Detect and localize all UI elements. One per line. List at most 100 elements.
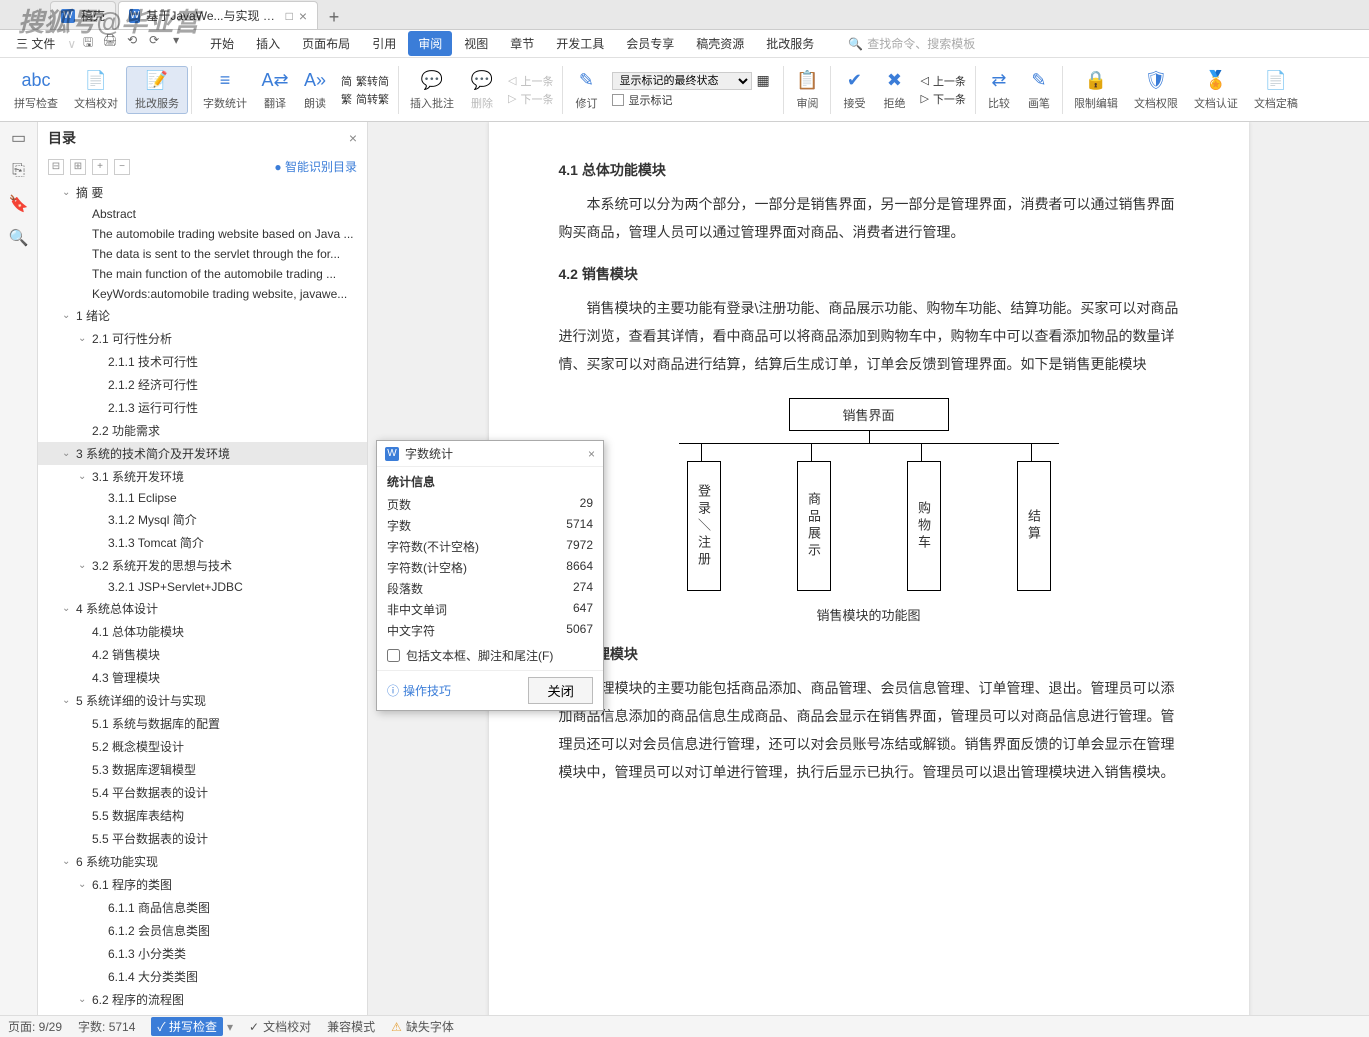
toc-item[interactable]: ⌄5 系统详细的设计与实现: [38, 689, 367, 712]
menu-tab-1[interactable]: 插入: [246, 31, 290, 56]
toc-item[interactable]: 2.1.3 运行可行性: [38, 396, 367, 419]
final-icon: 📄: [1264, 69, 1288, 93]
collapse-icon[interactable]: ⊟: [48, 159, 64, 175]
new-tab-button[interactable]: +: [320, 5, 348, 29]
toc-item[interactable]: ⌄2.1 可行性分析: [38, 327, 367, 350]
toc-item[interactable]: 3.1.1 Eclipse: [38, 488, 367, 508]
restrict-button[interactable]: 🔒限制编辑: [1066, 67, 1126, 113]
toc-item[interactable]: ⌄摘 要: [38, 181, 367, 204]
plus-icon[interactable]: +: [92, 159, 108, 175]
expand-icon[interactable]: ⊞: [70, 159, 86, 175]
certify-button[interactable]: 🏅文档认证: [1186, 67, 1246, 113]
track-changes-button[interactable]: ✎修订: [566, 67, 606, 113]
insert-comment-button[interactable]: 💬插入批注: [402, 67, 462, 113]
menu-tab-2[interactable]: 页面布局: [292, 31, 360, 56]
to-simplified-button[interactable]: 简繁转简: [341, 73, 389, 89]
toc-item[interactable]: 4.3 管理模块: [38, 666, 367, 689]
compare-button[interactable]: ⇄比较: [979, 67, 1019, 113]
tips-link[interactable]: ⓘ操作技巧: [387, 682, 451, 699]
track-state-select[interactable]: 显示标记的最终状态: [612, 72, 752, 90]
toc-item[interactable]: 6.1.3 小分类类: [38, 942, 367, 965]
ink-button[interactable]: ✎画笔: [1019, 67, 1059, 113]
menu-tab-4[interactable]: 审阅: [408, 31, 452, 56]
toc-item[interactable]: 6.1.4 大分类类图: [38, 965, 367, 988]
menu-tab-3[interactable]: 引用: [362, 31, 406, 56]
smart-toc-button[interactable]: ● 智能识别目录: [274, 158, 357, 175]
close-button[interactable]: 关闭: [528, 677, 593, 704]
proof-status[interactable]: ✓文档校对: [249, 1018, 311, 1035]
toc-item[interactable]: 2.1.2 经济可行性: [38, 373, 367, 396]
toc-item[interactable]: The automobile trading website based on …: [38, 224, 367, 244]
toc-item[interactable]: ⌄6.2 程序的流程图: [38, 988, 367, 1011]
next-comment-button[interactable]: ▷下一条: [508, 91, 553, 107]
checkbox-input[interactable]: [387, 649, 400, 662]
toc-item[interactable]: ⌄1 绪论: [38, 304, 367, 327]
toc-item[interactable]: ⌄6 系统功能实现: [38, 850, 367, 873]
toc-item[interactable]: 5.4 平台数据表的设计: [38, 781, 367, 804]
delete-comment-button[interactable]: 💬删除: [462, 67, 502, 113]
show-markup-button[interactable]: 显示标记: [612, 92, 774, 108]
toc-item[interactable]: ⌄6.1 程序的类图: [38, 873, 367, 896]
toc-item[interactable]: 6.1.1 商品信息类图: [38, 896, 367, 919]
toc-item[interactable]: The data is sent to the servlet through …: [38, 244, 367, 264]
bookmark-rail-icon[interactable]: ⎘: [12, 162, 25, 180]
toc-item[interactable]: 4.2 销售模块: [38, 643, 367, 666]
toc-item[interactable]: 5.2 概念模型设计: [38, 735, 367, 758]
pane-icon[interactable]: ▦: [756, 72, 774, 90]
toc-item[interactable]: 4.1 总体功能模块: [38, 620, 367, 643]
outline-icon[interactable]: ▭: [11, 128, 26, 148]
toc-item[interactable]: 3.1.2 Mysql 简介: [38, 508, 367, 531]
bookmark-icon[interactable]: 🔖: [9, 194, 29, 214]
toc-item[interactable]: 2.2 功能需求: [38, 419, 367, 442]
toc-list[interactable]: ⌄摘 要AbstractThe automobile trading websi…: [38, 179, 367, 1015]
menu-tab-5[interactable]: 视图: [454, 31, 498, 56]
toc-item[interactable]: 2.1.1 技术可行性: [38, 350, 367, 373]
permissions-button[interactable]: 🛡文档权限: [1126, 67, 1186, 113]
toc-item[interactable]: 3.2.1 JSP+Servlet+JDBC: [38, 577, 367, 597]
menu-tab-7[interactable]: 开发工具: [546, 31, 614, 56]
correction-button[interactable]: 📝批改服务: [126, 66, 188, 114]
readaloud-button[interactable]: A»朗读: [295, 67, 335, 113]
wordcount-status[interactable]: 字数: 5714: [78, 1018, 135, 1035]
menu-tab-10[interactable]: 批改服务: [756, 31, 824, 56]
page-status[interactable]: 页面: 9/29: [8, 1018, 62, 1035]
menu-tab-8[interactable]: 会员专享: [616, 31, 684, 56]
minus-icon[interactable]: −: [114, 159, 130, 175]
next-change-button[interactable]: ▷下一条: [920, 91, 965, 107]
close-panel-icon[interactable]: ×: [349, 130, 357, 146]
toc-item[interactable]: KeyWords:automobile trading website, jav…: [38, 284, 367, 304]
toc-item[interactable]: 3.1.3 Tomcat 简介: [38, 531, 367, 554]
font-status[interactable]: ⚠缺失字体: [391, 1018, 454, 1035]
toc-item[interactable]: ⌄4 系统总体设计: [38, 597, 367, 620]
close-icon[interactable]: ×: [588, 447, 595, 461]
spellcheck-button[interactable]: abc拼写检查: [6, 67, 66, 113]
toc-item[interactable]: 6.1.2 会员信息类图: [38, 919, 367, 942]
proof-button[interactable]: 📄文档校对: [66, 67, 126, 113]
toc-item[interactable]: 5.5 平台数据表的设计: [38, 827, 367, 850]
prev-comment-button[interactable]: ◁上一条: [508, 73, 553, 89]
prev-change-button[interactable]: ◁上一条: [920, 73, 965, 89]
menu-tab-9[interactable]: 稿壳资源: [686, 31, 754, 56]
spellcheck-status[interactable]: ✓ 拼写检查▾: [151, 1017, 233, 1036]
toc-item[interactable]: The main function of the automobile trad…: [38, 264, 367, 284]
menu-tab-0[interactable]: 开始: [200, 31, 244, 56]
toc-item[interactable]: ⌄3.2 系统开发的思想与技术: [38, 554, 367, 577]
search-rail-icon[interactable]: 🔍: [9, 228, 29, 248]
toc-item[interactable]: ⌄3 系统的技术简介及开发环境: [38, 442, 367, 465]
toc-item[interactable]: 5.1 系统与数据库的配置: [38, 712, 367, 735]
toc-item[interactable]: ⌄3.1 系统开发环境: [38, 465, 367, 488]
toc-item[interactable]: 5.5 数据库表结构: [38, 804, 367, 827]
reject-button[interactable]: ✖拒绝: [874, 67, 914, 113]
translate-button[interactable]: A⇄翻译: [255, 67, 295, 113]
toc-item[interactable]: 5.3 数据库逻辑模型: [38, 758, 367, 781]
finalize-button[interactable]: 📄文档定稿: [1246, 67, 1306, 113]
command-search[interactable]: 🔍 查找命令、搜索模板: [848, 35, 975, 52]
review-button[interactable]: 📋审阅: [787, 67, 827, 113]
to-traditional-button[interactable]: 繁简转繁: [341, 91, 389, 107]
include-checkbox[interactable]: 包括文本框、脚注和尾注(F): [387, 647, 593, 664]
toc-item[interactable]: Abstract: [38, 204, 367, 224]
close-icon[interactable]: ×: [299, 8, 307, 24]
accept-button[interactable]: ✔接受: [834, 67, 874, 113]
wordcount-button[interactable]: ≡字数统计: [195, 67, 255, 113]
menu-tab-6[interactable]: 章节: [500, 31, 544, 56]
